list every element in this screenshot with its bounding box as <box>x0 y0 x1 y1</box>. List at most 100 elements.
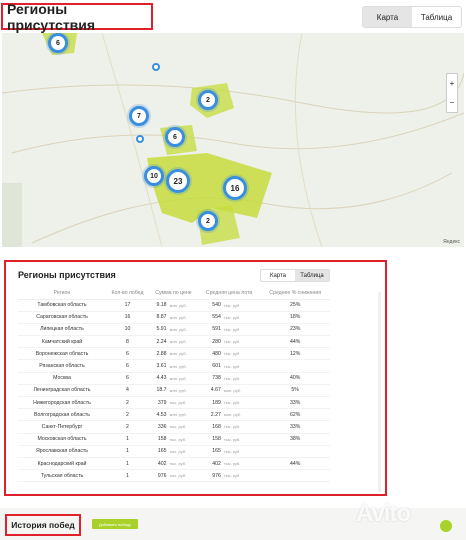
wins-cell: 2 <box>106 396 149 410</box>
avg-unit-cell: тыс. руб. <box>222 347 261 361</box>
wins-cell: 1 <box>106 445 149 458</box>
avg-price-cell: 738 <box>197 372 223 385</box>
wins-cell: 4 <box>106 384 149 398</box>
column-header[interactable]: Кол-во побед <box>106 287 149 300</box>
region-cell: Воронежская область <box>18 347 106 361</box>
sum-unit-cell: тыс. руб. <box>168 396 198 410</box>
sum-unit-cell: млн. руб. <box>168 335 198 349</box>
add-win-button[interactable]: Добавить победу <box>92 519 138 529</box>
sum-unit-cell: тыс. руб. <box>168 433 198 446</box>
table-body: Тамбовская область 17 9.18 млн. руб. 540 тыс.… <box>18 299 330 483</box>
sum-cell: 4.43 <box>148 372 169 385</box>
zoom-in-icon[interactable]: + <box>450 79 455 88</box>
region-cell: Ленинградская область <box>18 384 106 398</box>
scrollbar[interactable] <box>378 292 381 492</box>
table-row: Тульская область 1 976 тыс. руб. 976 тыс. руб… <box>18 469 330 483</box>
map-pin[interactable] <box>152 63 160 71</box>
avg-price-cell: 591 <box>197 323 223 337</box>
sum-cell: 18.7 <box>148 384 169 398</box>
page-title-frame: Регионы присутствия <box>1 0 153 33</box>
discount-cell <box>260 469 330 483</box>
discount-cell: 25% <box>260 299 330 312</box>
region-cell: Тульская область <box>18 469 106 483</box>
map-marker[interactable]: 10 <box>144 166 164 186</box>
history-title: История побед <box>5 514 81 536</box>
table-row: Санкт-Петербург 2 336 тыс. руб. 168 тыс. руб.… <box>18 420 330 434</box>
chat-button[interactable] <box>440 520 452 532</box>
map-marker[interactable]: 6 <box>48 33 68 53</box>
tab-table[interactable]: Таблица <box>295 270 329 281</box>
avg-unit-cell: тыс. руб. <box>222 469 261 483</box>
map-credit[interactable]: Яндекс <box>443 239 460 245</box>
region-cell: Саратовская область <box>18 311 106 324</box>
column-header[interactable]: Средняя цена лота <box>197 287 261 300</box>
table-row: Саратовская область 16 8.87 млн. руб. 554 тыс… <box>18 311 330 324</box>
table-row: Ленинградская область 4 18.7 млн. руб. 4.67 м… <box>18 384 330 398</box>
column-header[interactable]: Сумма по цене <box>148 287 198 300</box>
sum-unit-cell: млн. руб. <box>168 372 198 385</box>
sum-unit-cell: тыс. руб. <box>168 457 198 471</box>
regions-table: Регион Кол-во побед Сумма по цене Средня… <box>18 287 330 483</box>
sum-cell: 976 <box>148 469 169 483</box>
discount-cell: 62% <box>260 408 330 422</box>
sum-unit-cell: тыс. руб. <box>168 469 198 483</box>
wins-cell: 6 <box>106 359 149 373</box>
regions-map[interactable]: 6 2 7 6 10 23 16 2 + − Яндекс <box>2 33 464 247</box>
wins-cell: 6 <box>106 372 149 385</box>
wins-cell: 16 <box>106 311 149 324</box>
page-title: Регионы присутствия <box>7 0 96 33</box>
tab-map[interactable]: Карта <box>363 7 412 27</box>
discount-cell: 40% <box>260 372 330 385</box>
regions-table-panel: Регионы присутствия Карта Таблица Регион… <box>4 260 387 496</box>
sum-unit-cell: млн. руб. <box>168 323 198 337</box>
sum-cell: 2.88 <box>148 347 169 361</box>
region-cell: Краснодарский край <box>18 457 106 471</box>
map-marker[interactable]: 2 <box>198 211 218 231</box>
avg-unit-cell: млн. руб. <box>222 408 261 422</box>
map-zoom-control[interactable]: + − <box>446 73 458 113</box>
discount-cell <box>260 445 330 458</box>
avg-price-cell: 480 <box>197 347 223 361</box>
sum-cell: 5.91 <box>148 323 169 337</box>
map-marker[interactable]: 23 <box>166 169 190 193</box>
map-marker[interactable]: 6 <box>165 127 185 147</box>
region-cell: Камчатский край <box>18 335 106 349</box>
avg-price-cell: 601 <box>197 359 223 373</box>
column-header[interactable]: Среднее % снижения <box>260 287 330 300</box>
wins-cell: 17 <box>106 299 149 312</box>
sum-unit-cell: млн. руб. <box>168 311 198 324</box>
avg-unit-cell: тыс. руб. <box>222 396 261 410</box>
avg-unit-cell: млн. руб. <box>222 384 261 398</box>
table-row: Воронежская область 6 2.88 млн. руб. 480 тыс.… <box>18 347 330 361</box>
tab-map[interactable]: Карта <box>261 270 295 281</box>
map-pin[interactable] <box>136 135 144 143</box>
map-marker[interactable]: 16 <box>223 176 247 200</box>
avito-watermark: Avito <box>356 500 411 527</box>
avg-unit-cell: тыс. руб. <box>222 359 261 373</box>
discount-cell: 18% <box>260 311 330 324</box>
avg-unit-cell: тыс. руб. <box>222 323 261 337</box>
map-background <box>2 33 464 247</box>
sum-cell: 9.18 <box>148 299 169 312</box>
avg-unit-cell: тыс. руб. <box>222 372 261 385</box>
map-marker[interactable]: 2 <box>198 90 218 110</box>
discount-cell: 12% <box>260 347 330 361</box>
avg-price-cell: 402 <box>197 457 223 471</box>
region-cell: Москва <box>18 372 106 385</box>
region-cell: Волгоградская область <box>18 408 106 422</box>
wins-cell: 1 <box>106 457 149 471</box>
wins-cell: 1 <box>106 433 149 446</box>
tab-table[interactable]: Таблица <box>412 7 461 27</box>
region-cell: Рязанская область <box>18 359 106 373</box>
column-header[interactable]: Регион <box>18 287 106 300</box>
map-marker[interactable]: 7 <box>129 106 149 126</box>
avg-price-cell: 540 <box>197 299 223 312</box>
sum-unit-cell: млн. руб. <box>168 347 198 361</box>
sum-unit-cell: млн. руб. <box>168 408 198 422</box>
region-cell: Санкт-Петербург <box>18 420 106 434</box>
zoom-out-icon[interactable]: − <box>450 98 455 107</box>
discount-cell: 38% <box>260 433 330 446</box>
avg-unit-cell: тыс. руб. <box>222 335 261 349</box>
discount-cell: 44% <box>260 457 330 471</box>
avg-price-cell: 168 <box>197 420 223 434</box>
